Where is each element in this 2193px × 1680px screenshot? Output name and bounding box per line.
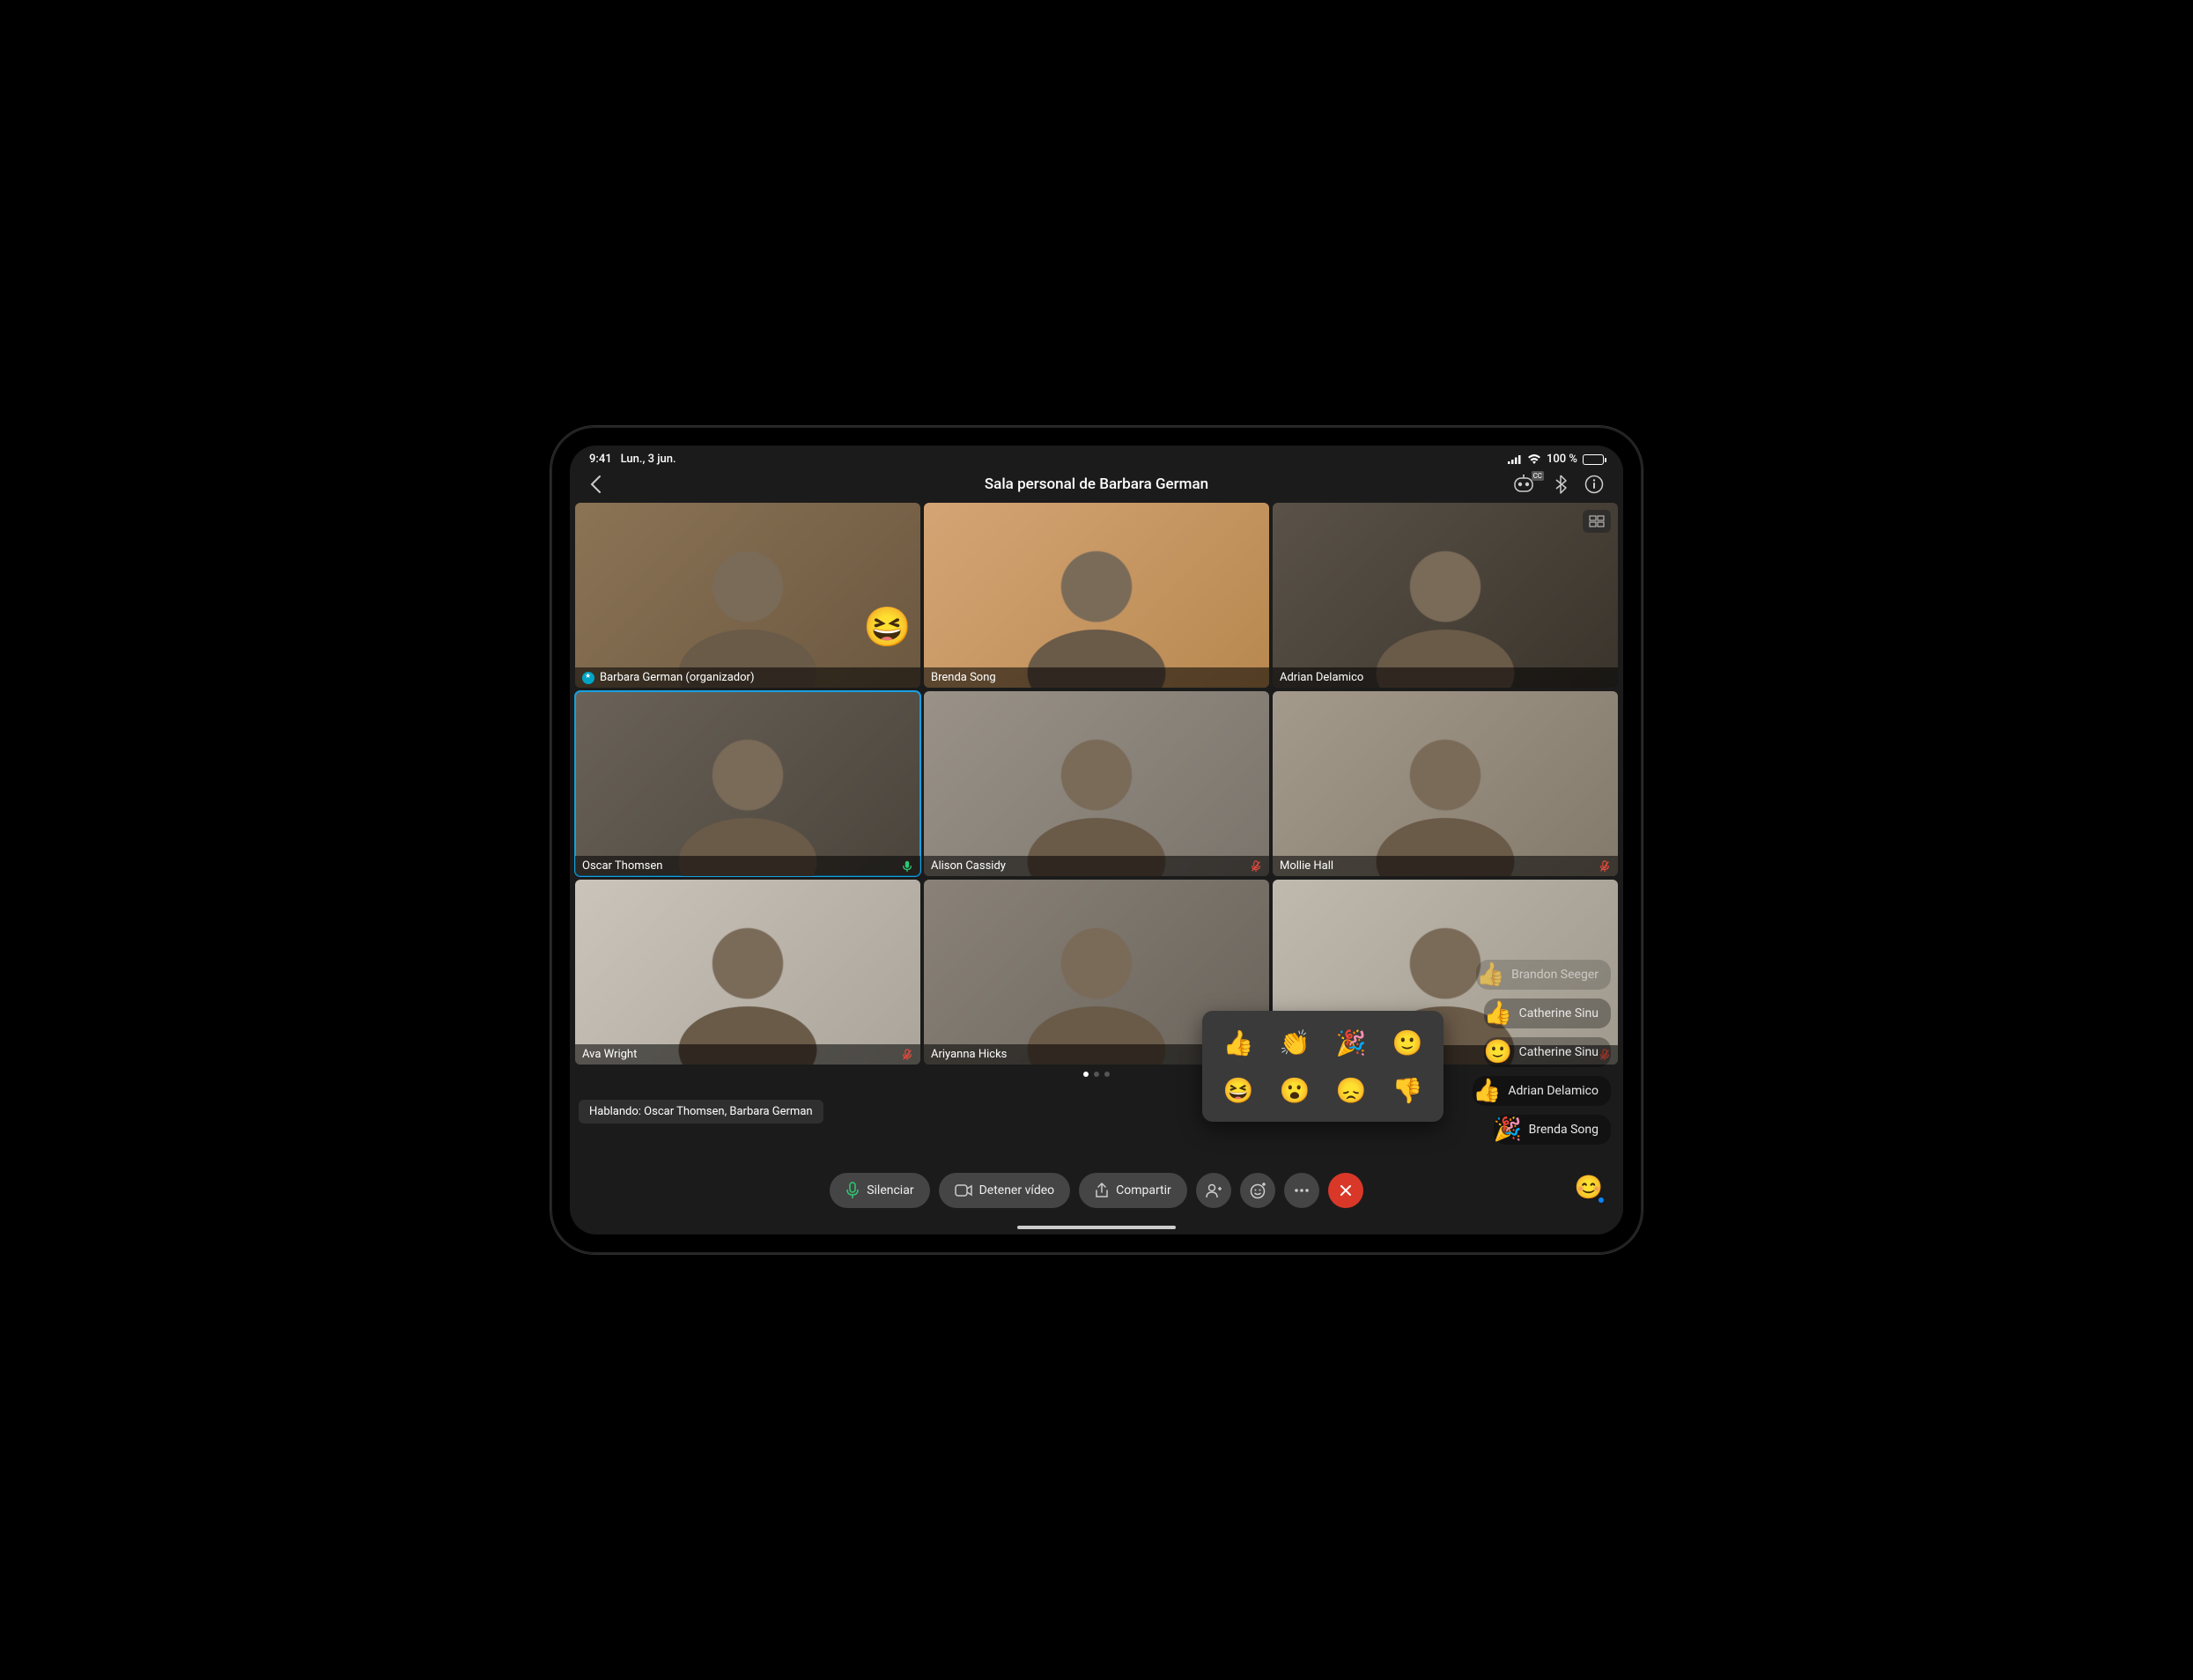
- participant-name: Barbara German (organizador): [600, 671, 754, 684]
- share-label: Compartir: [1116, 1183, 1171, 1197]
- video-tile[interactable]: Adrian Delamico: [1273, 503, 1618, 688]
- layout-toggle-button[interactable]: [1583, 510, 1611, 533]
- reaction-option[interactable]: 😮: [1274, 1071, 1315, 1109]
- recent-reaction-row: 👍 Adrian Delamico: [1473, 1076, 1611, 1106]
- participant-name: Adrian Delamico: [1280, 671, 1363, 684]
- video-tile[interactable]: Ava Wright: [575, 880, 920, 1065]
- mute-label: Silenciar: [867, 1183, 913, 1197]
- participant-name: Alison Cassidy: [931, 859, 1006, 873]
- name-bar: Ava Wright: [575, 1044, 920, 1065]
- bluetooth-audio-button[interactable]: [1554, 475, 1567, 494]
- meeting-title: Sala personal de Barbara German: [713, 475, 1480, 493]
- participants-button[interactable]: [1196, 1173, 1231, 1208]
- reaction-option[interactable]: 👍: [1218, 1023, 1259, 1062]
- video-tile[interactable]: Mollie Hall: [1273, 691, 1618, 876]
- participant-name: Ariyanna Hicks: [931, 1048, 1007, 1061]
- home-indicator[interactable]: [1017, 1226, 1176, 1229]
- video-tile[interactable]: 😆 Barbara German (organizador): [575, 503, 920, 688]
- recent-reaction-row: 🎉 Brenda Song: [1494, 1115, 1611, 1145]
- name-bar: Oscar Thomsen: [575, 856, 920, 876]
- video-tile[interactable]: Brenda Song: [924, 503, 1269, 688]
- mute-button[interactable]: Silenciar: [830, 1173, 929, 1208]
- participant-video: [1273, 691, 1618, 876]
- info-button[interactable]: [1584, 475, 1604, 494]
- participant-name: Brenda Song: [931, 671, 996, 684]
- recent-reactions-feed: 👍 Brandon Seeger 👍 Catherine Sinu 🙂 Catherine…: [1473, 960, 1611, 1145]
- toolbar: Silenciar Detener vídeo Compartir: [570, 1173, 1623, 1208]
- name-bar: Brenda Song: [924, 667, 1269, 688]
- cellular-icon: [1508, 454, 1522, 464]
- battery-icon: [1583, 454, 1604, 465]
- mic-muted-icon: [1599, 860, 1611, 873]
- speaking-text: Hablando: Oscar Thomsen, Barbara German: [589, 1105, 813, 1118]
- more-options-button[interactable]: [1284, 1173, 1319, 1208]
- reaction-fab-button[interactable]: 😊: [1574, 1173, 1604, 1203]
- end-call-button[interactable]: [1328, 1173, 1363, 1208]
- participant-name: Ava Wright: [582, 1048, 637, 1061]
- recent-reaction-row: 👍 Catherine Sinu: [1484, 998, 1611, 1028]
- reaction-option[interactable]: 🎉: [1331, 1023, 1371, 1062]
- reaction-option[interactable]: 😆: [1218, 1071, 1259, 1109]
- mic-muted-icon: [1250, 860, 1262, 873]
- reaction-sender-name: Brenda Song: [1529, 1123, 1607, 1137]
- reaction-option[interactable]: 😞: [1331, 1071, 1371, 1109]
- status-date: Lun., 3 jun.: [621, 453, 676, 466]
- participant-video: [575, 880, 920, 1065]
- ipad-frame: 9:41 Lun., 3 jun. 100 % Sala pe: [550, 426, 1643, 1254]
- page-dot[interactable]: [1094, 1072, 1099, 1077]
- reaction-emoji-icon: 🎉: [1494, 1116, 1520, 1143]
- mic-muted-icon: [901, 1049, 913, 1061]
- reactions-popup: 👍 👏 🎉 🙂 😆 😮 😞 👎: [1202, 1011, 1444, 1122]
- participant-video: [575, 691, 920, 876]
- participant-video: [1273, 503, 1618, 688]
- page-dot[interactable]: [1083, 1072, 1089, 1077]
- reaction-sender-name: Catherine Sinu: [1519, 1006, 1607, 1021]
- reaction-emoji-icon: 👍: [1476, 962, 1503, 988]
- wifi-icon: [1527, 454, 1541, 465]
- participant-name: Mollie Hall: [1280, 859, 1333, 873]
- name-bar: Adrian Delamico: [1273, 667, 1618, 688]
- ai-assistant-button[interactable]: CC: [1514, 475, 1537, 494]
- video-tile[interactable]: Alison Cassidy: [924, 691, 1269, 876]
- reaction-emoji-icon: 👍: [1484, 1000, 1510, 1027]
- screen: 9:41 Lun., 3 jun. 100 % Sala pe: [570, 446, 1623, 1234]
- mic-on-icon: [901, 860, 913, 873]
- video-tile[interactable]: Oscar Thomsen: [575, 691, 920, 876]
- stop-video-label: Detener vídeo: [979, 1183, 1055, 1197]
- name-bar: Barbara German (organizador): [575, 667, 920, 688]
- page-dot[interactable]: [1104, 1072, 1110, 1077]
- host-badge-icon: [582, 672, 594, 684]
- speaking-indicator: Hablando: Oscar Thomsen, Barbara German: [579, 1100, 823, 1124]
- battery-label: 100 %: [1547, 453, 1577, 466]
- status-time: 9:41: [589, 453, 612, 466]
- name-bar: Mollie Hall: [1273, 856, 1618, 876]
- reaction-sender-name: Brandon Seeger: [1511, 968, 1607, 982]
- page-indicator[interactable]: [570, 1072, 1623, 1077]
- name-bar: Alison Cassidy: [924, 856, 1269, 876]
- reaction-option[interactable]: 👎: [1387, 1071, 1428, 1109]
- participant-name: Oscar Thomsen: [582, 859, 662, 873]
- reactions-button[interactable]: [1240, 1173, 1275, 1208]
- participant-video: [575, 503, 920, 688]
- reaction-overlay-icon: 😆: [863, 604, 912, 650]
- back-button[interactable]: [589, 475, 602, 494]
- header: Sala personal de Barbara German CC: [570, 469, 1623, 503]
- video-grid: 😆 Barbara German (organizador) Brenda Song…: [570, 503, 1623, 1065]
- participant-video: [924, 503, 1269, 688]
- reaction-sender-name: Adrian Delamico: [1508, 1084, 1607, 1098]
- share-button[interactable]: Compartir: [1079, 1173, 1187, 1208]
- stop-video-button[interactable]: Detener vídeo: [939, 1173, 1071, 1208]
- reaction-sender-name: Catherine Sinu: [1519, 1045, 1607, 1059]
- reaction-option[interactable]: 🙂: [1387, 1023, 1428, 1062]
- reaction-emoji-icon: 🙂: [1484, 1039, 1510, 1065]
- notification-dot: [1597, 1196, 1606, 1205]
- participant-video: [924, 691, 1269, 876]
- recent-reaction-row: 🙂 Catherine Sinu: [1484, 1037, 1611, 1067]
- recent-reaction-row: 👍 Brandon Seeger: [1476, 960, 1611, 990]
- reaction-emoji-icon: 👍: [1473, 1078, 1499, 1104]
- status-bar: 9:41 Lun., 3 jun. 100 %: [570, 446, 1623, 469]
- reaction-option[interactable]: 👏: [1274, 1023, 1315, 1062]
